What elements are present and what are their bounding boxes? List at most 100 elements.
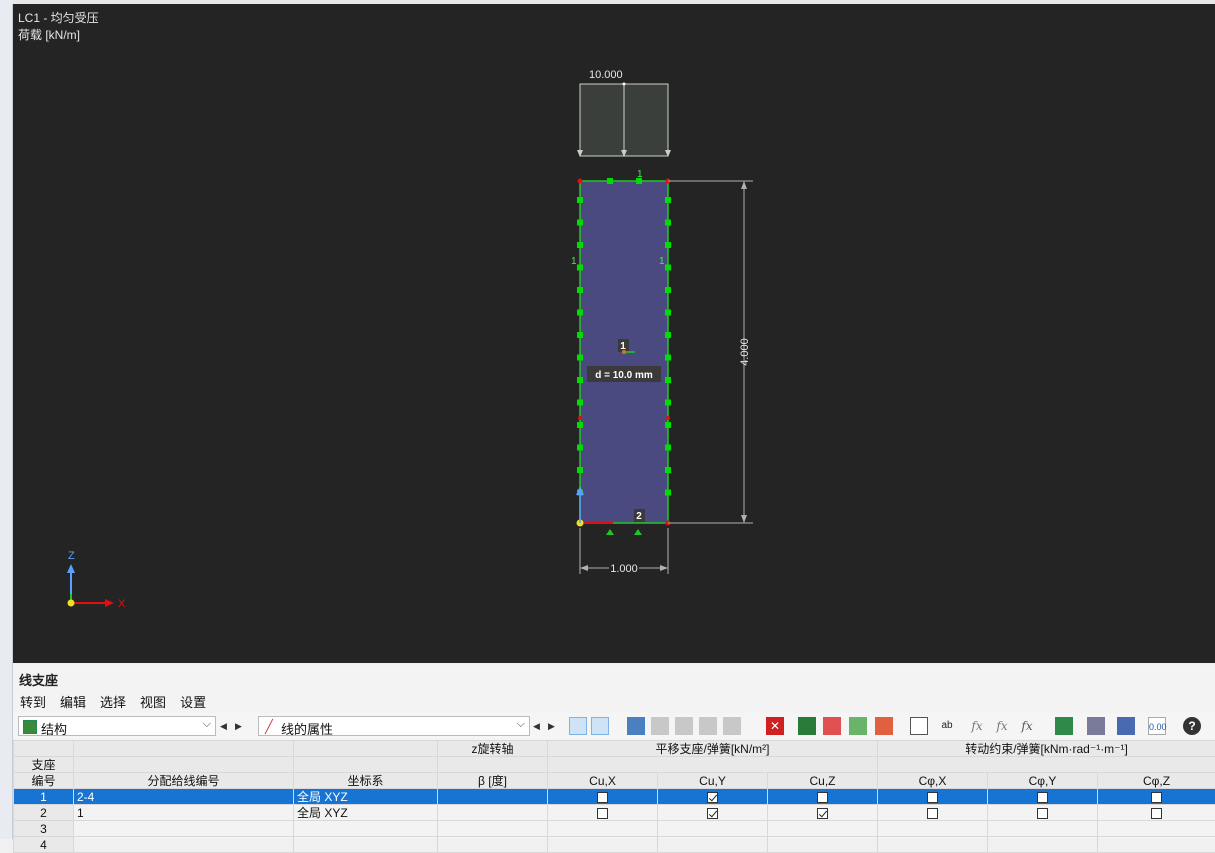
cuy-cell[interactable]	[658, 805, 768, 821]
graphics-viewport[interactable]: LC1 - 均匀受压 荷载 [kN/m] 10.000	[13, 4, 1215, 663]
next-category-button[interactable]: ▶	[233, 717, 244, 735]
coord-system-cell[interactable]: 全局 XYZ	[294, 789, 438, 805]
header-support-no[interactable]: 编号	[14, 773, 74, 789]
row-number-cell[interactable]: 3	[14, 821, 74, 837]
clear-icon[interactable]	[723, 717, 741, 735]
cphiz-cell[interactable]	[1098, 805, 1215, 821]
category-combo[interactable]: 结构 ⌵	[18, 716, 216, 736]
insert-row-icon[interactable]	[651, 717, 669, 735]
beta-cell[interactable]	[438, 805, 548, 821]
header-coord-system[interactable]: 坐标系	[294, 773, 438, 789]
cphiy-cell[interactable]	[988, 789, 1098, 805]
header-beta[interactable]: β [度]	[438, 773, 548, 789]
cphiy-cell[interactable]	[988, 805, 1098, 821]
cphiy-cell[interactable]	[988, 821, 1098, 837]
chevron-down-icon: ⌵	[203, 718, 211, 731]
cphiz-checkbox[interactable]	[1151, 808, 1162, 819]
cux-checkbox[interactable]	[597, 808, 608, 819]
menu-select[interactable]: 选择	[93, 690, 133, 713]
help-icon[interactable]: ?	[1183, 717, 1201, 735]
menu-settings[interactable]: 设置	[173, 690, 213, 713]
cuy-cell[interactable]	[658, 789, 768, 805]
header-blank	[294, 757, 438, 773]
cphix-cell[interactable]	[878, 805, 988, 821]
cuz-checkbox[interactable]	[817, 792, 828, 803]
cuy-checkbox[interactable]	[707, 808, 718, 819]
menu-view[interactable]: 视图	[133, 690, 173, 713]
cphiy-checkbox[interactable]	[1037, 792, 1048, 803]
cux-cell[interactable]	[548, 821, 658, 837]
cuz-checkbox[interactable]	[817, 808, 828, 819]
header-cphix[interactable]: Cφ,X	[878, 773, 988, 789]
node-mid[interactable]	[666, 416, 670, 420]
coord-system-cell[interactable]: 全局 XYZ	[294, 805, 438, 821]
cphiz-cell[interactable]	[1098, 789, 1215, 805]
line-load[interactable]	[577, 83, 671, 158]
function-inspect-icon[interactable]: fx	[1018, 717, 1036, 735]
cuz-cell[interactable]	[768, 789, 878, 805]
excel-export-icon[interactable]	[1055, 717, 1073, 735]
table-row[interactable]: 12-4全局 XYZ	[14, 789, 1215, 805]
header-assigned-lines[interactable]: 分配给线编号	[74, 773, 294, 789]
cuz-cell[interactable]	[768, 821, 878, 837]
cphiz-checkbox[interactable]	[1151, 792, 1162, 803]
table-combo[interactable]: ╱ 线的属性 ⌵	[258, 716, 530, 736]
menu-edit[interactable]: 编辑	[53, 690, 93, 713]
function-icon[interactable]: fx	[968, 717, 986, 735]
table-row[interactable]: 3	[14, 821, 1215, 837]
header-cphiy[interactable]: Cφ,Y	[988, 773, 1098, 789]
cphix-cell[interactable]	[878, 821, 988, 837]
cux-cell[interactable]	[548, 805, 658, 821]
print-icon[interactable]	[1087, 717, 1105, 735]
node-mid[interactable]	[578, 416, 582, 420]
table-row[interactable]: 21全局 XYZ	[14, 805, 1215, 821]
header-blank	[878, 757, 1215, 773]
text-format-icon[interactable]: ab	[938, 717, 956, 735]
header-cphiz[interactable]: Cφ,Z	[1098, 773, 1215, 789]
cux-checkbox[interactable]	[597, 792, 608, 803]
copy-icon[interactable]	[699, 717, 717, 735]
cphix-checkbox[interactable]	[927, 808, 938, 819]
beta-cell[interactable]	[438, 789, 548, 805]
node-corner[interactable]	[578, 179, 583, 184]
prev-table-button[interactable]: ◀	[531, 717, 542, 735]
remove-icon[interactable]	[823, 717, 841, 735]
function-clear-icon[interactable]: fx	[993, 717, 1011, 735]
cuy-checkbox[interactable]	[707, 792, 718, 803]
add-icon[interactable]	[675, 717, 693, 735]
row-number-cell[interactable]: 2	[14, 805, 74, 821]
cphix-cell[interactable]	[878, 789, 988, 805]
line-label-left: 1	[571, 256, 577, 267]
next-table-button[interactable]: ▶	[546, 717, 557, 735]
delete-icon[interactable]: ✕	[766, 717, 784, 735]
assigned-lines-cell[interactable]: 2-4	[74, 789, 294, 805]
row-number-cell[interactable]: 1	[14, 789, 74, 805]
support-marker	[665, 467, 671, 473]
cphiy-checkbox[interactable]	[1037, 808, 1048, 819]
decimal-places-icon[interactable]: 0.00	[1148, 717, 1166, 735]
header-cux[interactable]: Cu,X	[548, 773, 658, 789]
assigned-lines-cell[interactable]	[74, 821, 294, 837]
header-cuy[interactable]: Cu,Y	[658, 773, 768, 789]
prev-category-button[interactable]: ◀	[218, 717, 229, 735]
coord-system-cell[interactable]	[294, 821, 438, 837]
header-cuz[interactable]: Cu,Z	[768, 773, 878, 789]
header-support-no-line1[interactable]: 支座	[14, 757, 74, 773]
move-left-icon[interactable]	[849, 717, 867, 735]
cuz-cell[interactable]	[768, 805, 878, 821]
beta-cell[interactable]	[438, 821, 548, 837]
cuy-cell[interactable]	[658, 821, 768, 837]
window-icon[interactable]	[910, 717, 928, 735]
cphiz-cell[interactable]	[1098, 821, 1215, 837]
table-view-icon[interactable]	[627, 717, 645, 735]
filter-icon[interactable]	[1117, 717, 1135, 735]
select-pointer-icon[interactable]	[569, 717, 587, 735]
cux-cell[interactable]	[548, 789, 658, 805]
cphix-checkbox[interactable]	[927, 792, 938, 803]
import-icon[interactable]	[798, 717, 816, 735]
model-drawing[interactable]: 10.000 4.000	[13, 4, 1215, 663]
menu-goto[interactable]: 转到	[13, 690, 53, 713]
move-right-icon[interactable]	[875, 717, 893, 735]
select-pointer-alt-icon[interactable]	[591, 717, 609, 735]
assigned-lines-cell[interactable]: 1	[74, 805, 294, 821]
